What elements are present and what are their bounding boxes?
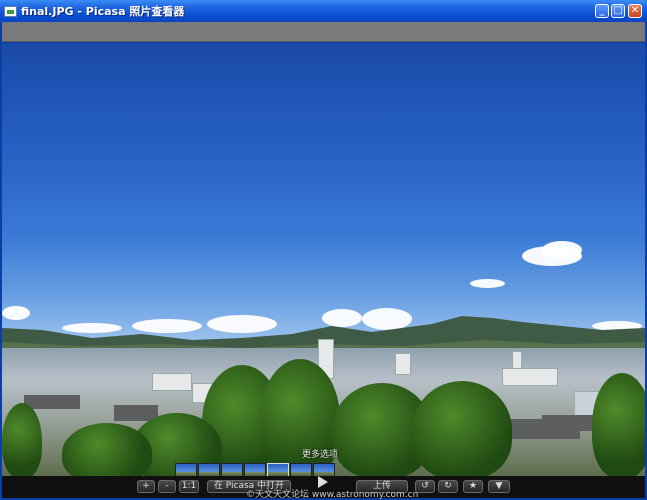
tree xyxy=(412,381,512,476)
roof xyxy=(24,395,80,409)
maximize-button[interactable]: □ xyxy=(611,4,625,18)
window-title: final.JPG - Picasa 照片查看器 xyxy=(21,5,185,18)
watermark-text: ©天文天文论坛 www.astronomy.com.cn xyxy=(246,490,419,500)
actual-size-button[interactable]: 1:1 xyxy=(179,480,199,493)
sky xyxy=(2,43,645,343)
close-button[interactable]: ✕ xyxy=(628,4,642,18)
building xyxy=(502,368,558,386)
cloud xyxy=(470,279,505,288)
tree xyxy=(62,423,152,476)
building xyxy=(395,353,411,375)
building xyxy=(152,373,192,391)
tree xyxy=(592,373,645,476)
more-options-label[interactable]: 更多选项 xyxy=(290,447,350,460)
rotate-right-button[interactable]: ↻ xyxy=(438,480,458,493)
image-file-icon xyxy=(4,5,17,17)
top-strip xyxy=(2,22,645,42)
star-button[interactable]: ★ xyxy=(463,480,483,493)
zoom-out-button[interactable]: - xyxy=(158,480,176,493)
zoom-in-button[interactable]: + xyxy=(137,480,155,493)
minimize-button[interactable]: _ xyxy=(595,4,609,18)
title-bar[interactable]: final.JPG - Picasa 照片查看器 _ □ ✕ xyxy=(0,0,647,22)
tree xyxy=(2,403,42,476)
picasa-photo-viewer-window: final.JPG - Picasa 照片查看器 _ □ ✕ 更多选项 + - … xyxy=(0,0,647,500)
more-dropdown-button[interactable]: ▼ xyxy=(488,480,510,493)
cloud xyxy=(542,241,582,259)
photo-display[interactable] xyxy=(2,43,645,476)
